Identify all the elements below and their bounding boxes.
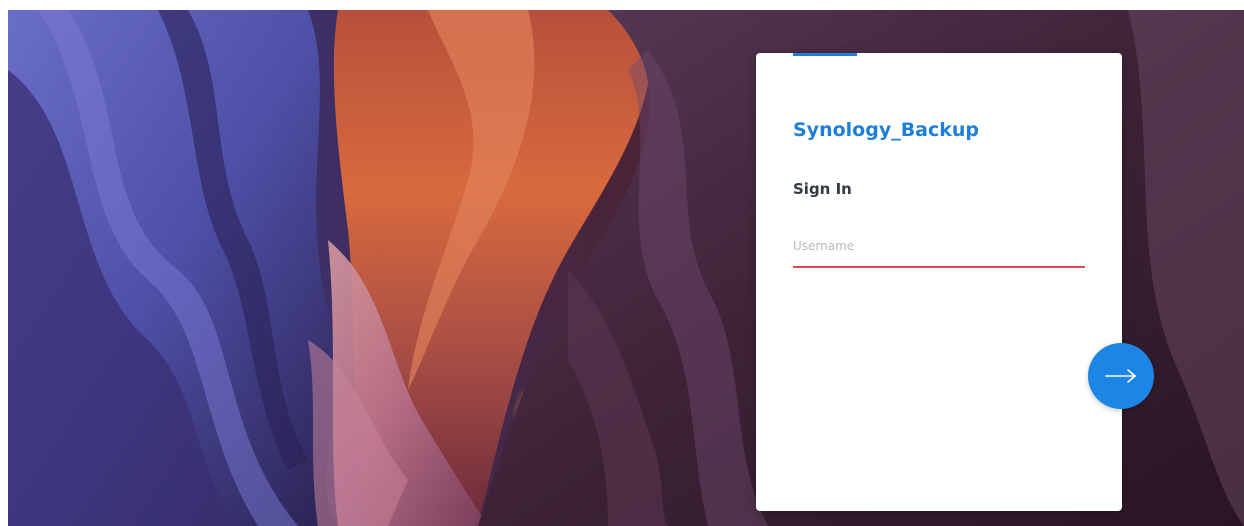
card-accent-bar xyxy=(793,53,857,56)
username-field xyxy=(793,229,1085,268)
username-input[interactable] xyxy=(793,229,1085,263)
next-button[interactable] xyxy=(1088,343,1154,409)
arrow-right-icon xyxy=(1105,369,1136,383)
sign-in-title: Sign In xyxy=(793,180,852,198)
server-name: Synology_Backup xyxy=(793,119,980,141)
login-card: Synology_Backup Sign In xyxy=(756,53,1122,511)
login-screen: Synology_Backup Sign In xyxy=(8,10,1244,526)
